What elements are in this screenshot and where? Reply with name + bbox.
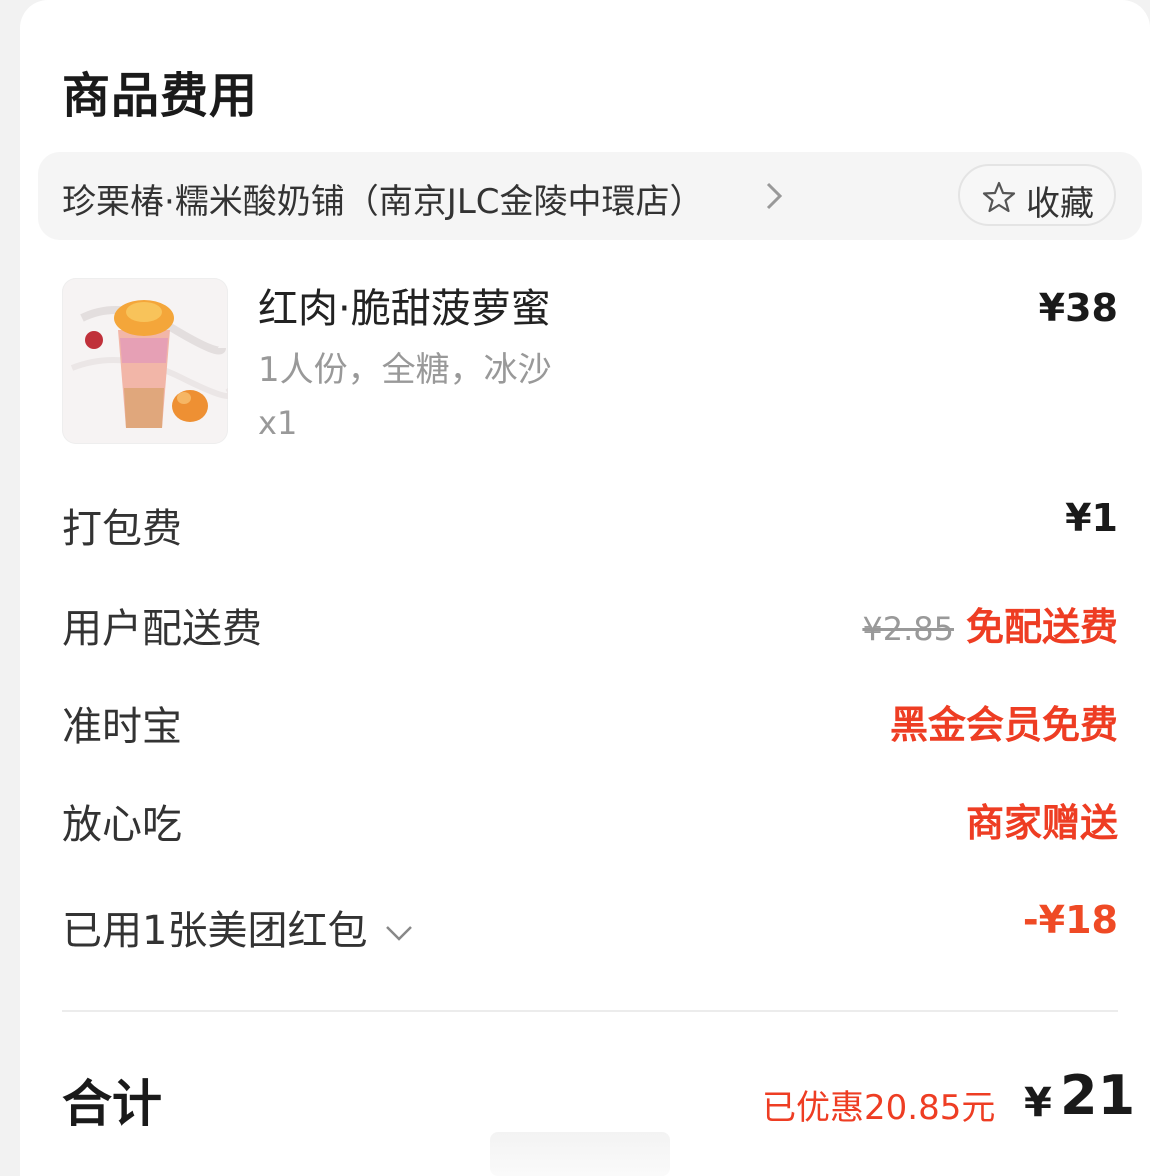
ontime-row: 准时宝 黑金会员免费 xyxy=(62,694,1118,754)
total-saved: 已优惠20.85元 xyxy=(762,1088,996,1128)
coupon-value: -¥18 xyxy=(1022,898,1118,942)
coupon-row[interactable]: 已用1张美团红包 -¥18 xyxy=(62,898,1118,958)
divider xyxy=(62,1010,1118,1012)
ontime-label: 准时宝 xyxy=(62,704,182,750)
section-title: 商品费用 xyxy=(62,68,259,124)
store-bar[interactable]: 珍栗椿·糯米酸奶铺（南京JLC金陵中環店） 收藏 xyxy=(38,152,1142,240)
coupon-toggle[interactable]: 已用1张美团红包 xyxy=(62,898,414,956)
bottom-fade xyxy=(490,1132,670,1176)
delivery-fee-label: 用户配送费 xyxy=(62,606,262,652)
delivery-fee-original: ¥2.85 xyxy=(862,610,954,648)
product-spec: 1人份，全糖，冰沙 xyxy=(258,350,552,390)
drink-cup-icon xyxy=(70,300,228,428)
delivery-fee-value: 免配送费 xyxy=(965,605,1118,649)
favorite-button[interactable]: 收藏 xyxy=(958,164,1116,226)
favorite-label: 收藏 xyxy=(1026,184,1094,224)
delivery-fee-row: 用户配送费 ¥2.85 免配送费 xyxy=(62,596,1118,656)
total-currency: ¥ xyxy=(1024,1080,1052,1126)
packing-fee-row: 打包费 ¥1 xyxy=(62,496,1118,556)
safe-eat-row: 放心吃 商家赠送 xyxy=(62,792,1118,852)
store-name[interactable]: 珍栗椿·糯米酸奶铺（南京JLC金陵中環店） xyxy=(62,174,704,223)
coupon-label: 已用1张美团红包 xyxy=(62,908,368,954)
star-icon xyxy=(982,181,1016,213)
total-amount: 21 xyxy=(1060,1064,1136,1127)
product-name: 红肉·脆甜菠萝蜜 xyxy=(258,286,551,332)
product-image[interactable] xyxy=(62,278,228,444)
safe-eat-label: 放心吃 xyxy=(62,802,182,848)
safe-eat-value: 商家赠送 xyxy=(965,801,1118,845)
chevron-down-icon[interactable] xyxy=(384,922,414,944)
delivery-fee-value-group: ¥2.85 免配送费 xyxy=(862,596,1118,651)
ontime-value: 黑金会员免费 xyxy=(889,703,1118,747)
packing-fee-label: 打包费 xyxy=(62,506,182,552)
fee-card: 商品费用 珍栗椿·糯米酸奶铺（南京JLC金陵中環店） 收藏 红肉·脆甜菠萝蜜 1… xyxy=(20,0,1150,1176)
total-label: 合计 xyxy=(62,1075,162,1133)
packing-fee-value: ¥1 xyxy=(1065,496,1118,540)
chevron-right-icon[interactable] xyxy=(762,180,786,212)
product-price: ¥38 xyxy=(1038,286,1118,330)
product-quantity: x1 xyxy=(258,404,298,442)
